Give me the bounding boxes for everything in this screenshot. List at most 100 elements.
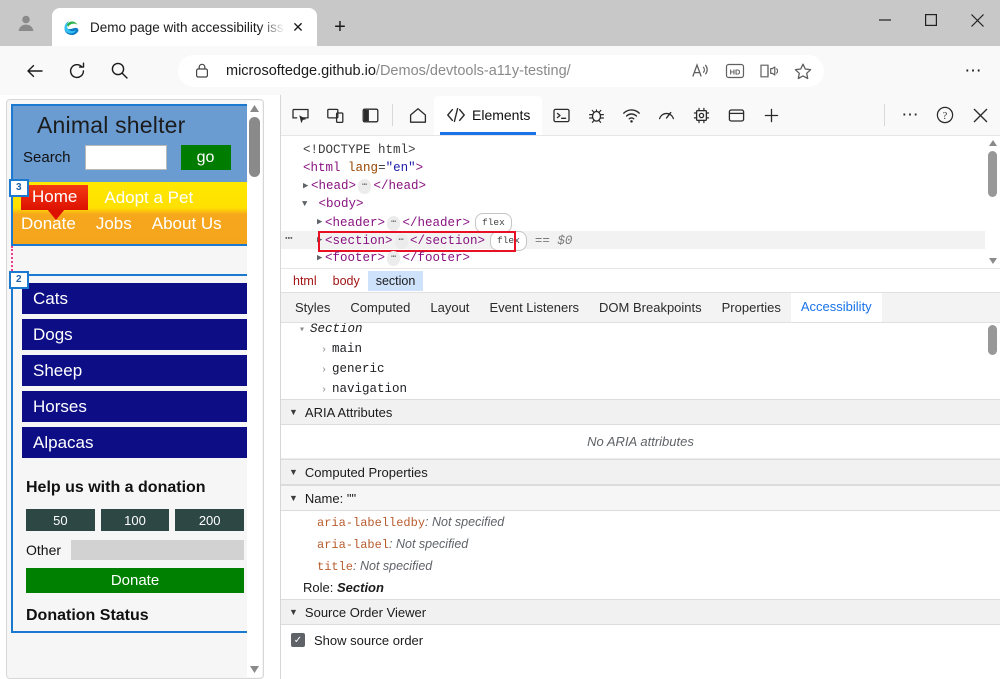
scroll-down-arrow-icon[interactable] bbox=[247, 662, 262, 677]
read-aloud-icon[interactable] bbox=[686, 57, 716, 85]
performance-icon[interactable] bbox=[650, 100, 682, 130]
donation-amount-200[interactable]: 200 bbox=[175, 509, 245, 531]
accessibility-scrollbar-thumb[interactable] bbox=[988, 325, 997, 355]
breadcrumb-html[interactable]: html bbox=[285, 271, 325, 291]
category-horses[interactable]: Horses bbox=[22, 391, 248, 422]
console-icon[interactable] bbox=[545, 100, 577, 130]
dom-scrollbar-thumb[interactable] bbox=[988, 151, 997, 197]
nav-link-jobs[interactable]: Jobs bbox=[96, 214, 132, 234]
show-source-order-row[interactable]: ✓ Show source order bbox=[281, 625, 1000, 655]
search-input[interactable] bbox=[84, 145, 167, 170]
collapsed-children-icon[interactable]: ⋯ bbox=[387, 216, 401, 231]
row-overflow-dots-icon[interactable]: ⋯ bbox=[285, 230, 293, 248]
flex-badge[interactable]: flex bbox=[475, 213, 512, 233]
devtools-help-button[interactable]: ? bbox=[929, 100, 961, 130]
browser-tab[interactable]: Demo page with accessibility issu ✕ bbox=[52, 8, 317, 46]
memory-icon[interactable] bbox=[685, 100, 717, 130]
dom-scroll-up-icon[interactable] bbox=[985, 136, 1000, 150]
a11y-tree-node-section[interactable]: ▾ Section bbox=[281, 323, 1000, 339]
tab-accessibility[interactable]: Accessibility bbox=[790, 293, 882, 322]
collapsed-children-icon[interactable]: ⋯ bbox=[394, 234, 408, 249]
section-tag-name: section bbox=[332, 234, 386, 248]
window-maximize-button[interactable] bbox=[908, 0, 954, 40]
a11y-tree-node-generic[interactable]: › generic bbox=[281, 359, 1000, 379]
inspect-element-icon[interactable] bbox=[284, 100, 316, 130]
tab-properties[interactable]: Properties bbox=[712, 293, 791, 322]
search-icon[interactable] bbox=[102, 54, 136, 88]
computed-name-row[interactable]: ▼ Name: "" bbox=[281, 486, 1000, 510]
lock-icon bbox=[194, 62, 212, 80]
a11y-tree-node-navigation[interactable]: › navigation bbox=[281, 379, 1000, 399]
breadcrumb-body[interactable]: body bbox=[325, 271, 368, 291]
chevron-down-icon[interactable]: ▾ bbox=[299, 325, 305, 336]
donation-other-input[interactable] bbox=[71, 540, 244, 560]
page-scrollbar[interactable] bbox=[247, 101, 262, 677]
dom-tree[interactable]: <!DOCTYPE html> <html lang="en"> ▶ <head… bbox=[281, 136, 1000, 268]
chevron-right-icon[interactable]: › bbox=[321, 345, 327, 356]
application-icon[interactable] bbox=[720, 100, 752, 130]
go-button[interactable]: go bbox=[180, 145, 231, 170]
tab-layout[interactable]: Layout bbox=[420, 293, 479, 322]
address-bar[interactable]: microsoftedge.github.io/Demos/devtools-a… bbox=[178, 55, 824, 87]
back-button[interactable] bbox=[18, 54, 52, 88]
tab-dom-breakpoints[interactable]: DOM Breakpoints bbox=[589, 293, 712, 322]
profile-button[interactable] bbox=[6, 6, 46, 40]
tab-elements[interactable]: Elements bbox=[434, 95, 543, 135]
collapsed-children-icon[interactable]: ⋯ bbox=[358, 179, 372, 194]
flex-badge[interactable]: flex bbox=[490, 231, 527, 251]
category-cats[interactable]: Cats bbox=[22, 283, 248, 314]
window-minimize-button[interactable] bbox=[862, 0, 908, 40]
browser-settings-more-button[interactable]: ⋯ bbox=[956, 57, 990, 85]
breadcrumb-section[interactable]: section bbox=[367, 270, 424, 291]
dom-line-doctype[interactable]: <!DOCTYPE html> bbox=[281, 141, 1000, 159]
nav-link-about-us[interactable]: About Us bbox=[152, 214, 222, 234]
new-tab-button[interactable]: + bbox=[325, 12, 355, 42]
show-source-order-checkbox[interactable]: ✓ bbox=[291, 633, 305, 647]
device-toolbar-icon[interactable] bbox=[319, 100, 351, 130]
category-dogs[interactable]: Dogs bbox=[22, 319, 248, 350]
nav-link-donate[interactable]: Donate bbox=[21, 214, 76, 234]
source-order-viewer-section-header[interactable]: ▼ Source Order Viewer bbox=[281, 599, 1000, 625]
chevron-right-icon[interactable]: › bbox=[321, 385, 327, 396]
nav-link-adopt-a-pet[interactable]: Adopt a Pet bbox=[104, 188, 193, 208]
dom-scroll-down-icon[interactable] bbox=[985, 254, 1000, 268]
aria-attributes-section-header[interactable]: ▼ ARIA Attributes bbox=[281, 399, 1000, 425]
favorite-star-icon[interactable] bbox=[788, 57, 818, 85]
donate-button[interactable]: Donate bbox=[26, 568, 244, 593]
tab-close-icon[interactable]: ✕ bbox=[287, 16, 309, 38]
window-close-button[interactable] bbox=[954, 0, 1000, 40]
accessibility-scrollbar[interactable] bbox=[985, 323, 1000, 679]
nav-link-home[interactable]: Home bbox=[21, 185, 89, 220]
donation-amount-100[interactable]: 100 bbox=[100, 509, 170, 531]
home-icon[interactable] bbox=[402, 100, 434, 130]
a11y-tree-node-main[interactable]: › main bbox=[281, 339, 1000, 359]
property-aria-label: aria-label: Not specified bbox=[281, 533, 1000, 555]
dom-tree-scrollbar[interactable] bbox=[985, 136, 1000, 268]
chevron-right-icon[interactable]: › bbox=[321, 365, 327, 376]
dom-line-head[interactable]: ▶ <head> ⋯ </head> bbox=[281, 177, 1000, 195]
dock-side-icon[interactable] bbox=[354, 100, 386, 130]
immersive-reader-icon[interactable] bbox=[754, 57, 784, 85]
refresh-button[interactable] bbox=[60, 54, 94, 88]
dom-line-section-selected[interactable]: ⋯ ▶ <section> ⋯ </section> flex == $0 bbox=[281, 230, 1000, 252]
sources-debug-icon[interactable] bbox=[580, 100, 612, 130]
scroll-up-arrow-icon[interactable] bbox=[247, 101, 262, 116]
category-alpacas[interactable]: Alpacas bbox=[22, 427, 248, 458]
computed-properties-section-header[interactable]: ▼ Computed Properties bbox=[281, 459, 1000, 485]
dom-line-body[interactable]: ▼ <body> bbox=[281, 195, 1000, 213]
tab-event-listeners[interactable]: Event Listeners bbox=[479, 293, 589, 322]
dom-line-header[interactable]: ▶ <header> ⋯ </header> flex bbox=[281, 213, 1000, 233]
tab-styles[interactable]: Styles bbox=[285, 293, 340, 322]
tab-computed[interactable]: Computed bbox=[340, 293, 420, 322]
more-tools-plus-icon[interactable] bbox=[755, 100, 787, 130]
category-sheep[interactable]: Sheep bbox=[22, 355, 248, 386]
dom-line-html[interactable]: <html lang="en"> bbox=[281, 159, 1000, 177]
page-scrollbar-thumb[interactable] bbox=[249, 117, 260, 177]
dom-line-footer[interactable]: ▶ <footer> ⋯ </footer> bbox=[281, 249, 1000, 267]
donation-amount-50[interactable]: 50 bbox=[26, 509, 95, 531]
devtools-more-options-button[interactable]: ⋯ bbox=[894, 100, 926, 130]
hd-icon[interactable]: HD bbox=[720, 57, 750, 85]
devtools-close-button[interactable] bbox=[964, 100, 996, 130]
collapsed-children-icon[interactable]: ⋯ bbox=[387, 251, 401, 266]
network-icon[interactable] bbox=[615, 100, 647, 130]
